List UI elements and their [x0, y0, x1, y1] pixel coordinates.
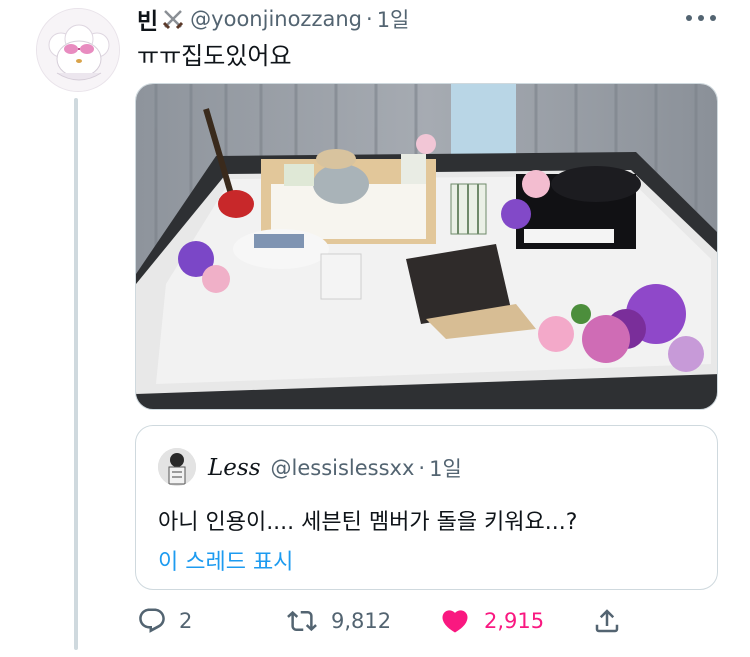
display-name[interactable]: 빈 [137, 2, 158, 36]
quote-handle: @lessislessxx [270, 456, 415, 480]
tweet-text: ㅠㅠ집도있어요 [137, 42, 292, 70]
quote-separator-dot: · [418, 456, 426, 480]
share-icon [595, 609, 619, 633]
more-options-icon[interactable] [684, 10, 718, 24]
quote-timestamp: 1일 [429, 457, 462, 481]
reply-count: 2 [179, 609, 193, 633]
retweet-count: 9,812 [331, 609, 392, 633]
like-icon [442, 610, 468, 633]
diorama-photo-image [136, 84, 717, 409]
reply-button[interactable]: 2 [137, 603, 192, 639]
tweet-header: 빈 @yoonjinozzang · 1일 [137, 2, 410, 36]
reply-icon [139, 608, 165, 633]
crossed-swords-icon [162, 8, 184, 30]
avatar[interactable] [36, 8, 120, 92]
timestamp[interactable]: 1일 [377, 4, 410, 34]
quote-display-name: Less [208, 455, 261, 481]
quoted-tweet[interactable]: Less @lessislessxx · 1일 아니 인용이.... 세븐틴 멤… [135, 425, 718, 590]
share-button[interactable] [592, 603, 622, 639]
cartoon-avatar-icon [37, 9, 119, 91]
thread-line [74, 98, 78, 650]
like-button[interactable]: 2,915 [438, 603, 544, 639]
handle[interactable]: @yoonjinozzang [190, 7, 362, 31]
retweet-icon [287, 610, 317, 632]
person-avatar-icon [158, 448, 196, 486]
separator-dot: · [366, 7, 373, 31]
quote-avatar[interactable] [158, 448, 196, 486]
quote-header: Less @lessislessxx · 1일 [208, 453, 462, 483]
like-count: 2,915 [484, 609, 545, 633]
quote-text: 아니 인용이.... 세븐틴 멤버가 돌을 키워요...? [158, 510, 578, 535]
retweet-button[interactable]: 9,812 [285, 603, 391, 639]
tweet-photo[interactable] [135, 83, 718, 410]
show-thread-link[interactable]: 이 스레드 표시 [158, 544, 293, 576]
